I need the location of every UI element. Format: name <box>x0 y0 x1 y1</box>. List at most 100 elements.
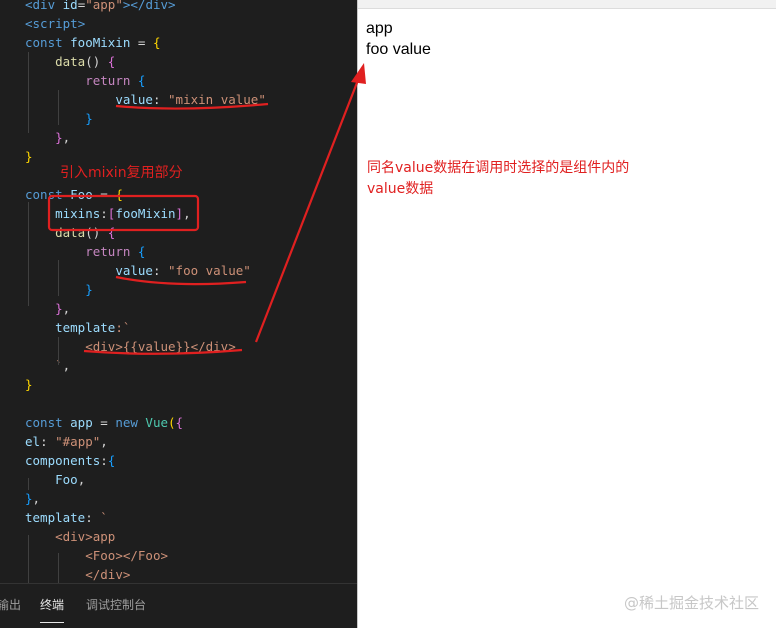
code-line: const Foo = { <box>25 185 123 204</box>
indent-guide <box>28 478 29 490</box>
indent-guide <box>58 337 59 365</box>
code-token: , <box>62 301 71 316</box>
code-token: () <box>85 225 108 240</box>
code-line: Foo, <box>25 470 85 489</box>
code-token: } <box>25 491 33 506</box>
rendered-value-text: foo value <box>366 41 431 58</box>
indent-guide <box>58 553 59 583</box>
code-token: const <box>25 415 71 430</box>
code-token: script <box>32 16 78 31</box>
code-token: value <box>115 92 153 107</box>
browser-annotation: 同名value数据在调用时选择的是组件内的value数据 <box>367 160 630 197</box>
code-token: return <box>85 73 138 88</box>
code-token: } <box>25 149 33 164</box>
code-token: : <box>85 510 101 525</box>
code-token: { <box>107 54 116 69</box>
code-token: fooMixin <box>70 35 131 50</box>
code-token: } <box>85 111 93 126</box>
code-token: div <box>145 0 169 12</box>
tab-output[interactable]: 输出 <box>0 596 21 613</box>
code-token: > <box>168 0 176 12</box>
code-token: const <box>25 187 71 202</box>
indent-guide <box>28 52 29 133</box>
code-token: id <box>62 0 78 12</box>
code-token: { <box>115 187 123 202</box>
indent-guide <box>28 202 29 306</box>
code-token: { <box>107 225 116 240</box>
code-token: data <box>55 225 86 240</box>
code-line: data() { <box>25 223 115 242</box>
code-line: value: "mixin value" <box>25 90 266 109</box>
code-line: return { <box>25 71 145 90</box>
code-line: `, <box>25 356 70 375</box>
code-token: = <box>92 415 116 430</box>
code-token: ></ <box>122 0 146 12</box>
code-token: app <box>70 415 93 430</box>
code-token: Foo <box>70 187 93 202</box>
indent-guide <box>58 260 59 296</box>
code-editor[interactable]: <div id="app"></div> <script> const fooMix… <box>0 0 357 628</box>
code-line: }, <box>25 299 70 318</box>
code-token: } <box>55 130 63 145</box>
tab-debug-console[interactable]: 调试控制台 <box>86 596 146 613</box>
code-token: template <box>55 320 116 335</box>
code-token: <div>app <box>55 529 116 544</box>
code-line: const fooMixin = { <box>25 33 160 52</box>
code-token: { <box>137 73 146 88</box>
code-token: "foo value" <box>168 263 251 278</box>
code-token: { <box>175 415 184 430</box>
code-token: = <box>130 35 153 50</box>
code-token: Vue <box>145 415 168 430</box>
code-token: ] <box>175 206 184 221</box>
code-token: } <box>55 301 63 316</box>
code-token: value <box>115 263 153 278</box>
code-token: :` <box>115 320 131 335</box>
code-token: ` <box>100 510 108 525</box>
code-line: el: "#app", <box>25 432 108 451</box>
watermark: @稀土掘金技术社区 <box>623 594 759 612</box>
code-token: , <box>32 491 41 506</box>
code-token: : <box>100 206 108 221</box>
code-token: data <box>55 54 86 69</box>
code-token: <Foo></Foo> <box>85 548 169 563</box>
code-line: <div id="app"></div> <box>25 0 176 14</box>
code-line: }, <box>25 489 40 508</box>
code-line: </div> <box>25 565 130 584</box>
code-token: , <box>62 358 71 373</box>
code-token: "app" <box>85 0 123 12</box>
code-line: components:{ <box>25 451 115 470</box>
code-line: }, <box>25 128 70 147</box>
code-token: template <box>25 510 86 525</box>
code-token: fooMixin <box>115 206 176 221</box>
code-token: components <box>25 453 101 468</box>
code-token: , <box>183 206 191 221</box>
code-line: data() { <box>25 52 115 71</box>
code-token: { <box>107 453 116 468</box>
code-token: } <box>85 282 93 297</box>
code-line: template:` <box>25 318 130 337</box>
tab-terminal[interactable]: 终端 <box>40 596 65 623</box>
code-line: } <box>25 147 33 166</box>
code-token: : <box>152 92 169 107</box>
indent-guide <box>58 90 59 125</box>
code-token: const <box>25 35 71 50</box>
code-token: el <box>25 434 41 449</box>
browser-topbar <box>358 0 776 9</box>
code-token: mixins <box>55 206 101 221</box>
rendered-app-text: app <box>366 20 393 37</box>
code-token: ( <box>168 415 176 430</box>
